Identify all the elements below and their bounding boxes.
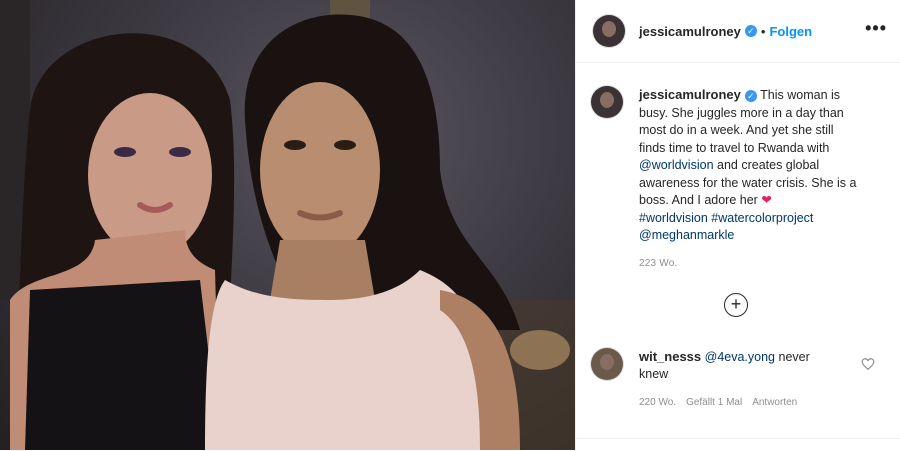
caption-username[interactable]: jessicamulroney: [639, 87, 741, 102]
action-bar: [576, 438, 900, 451]
separator-dot: •: [760, 23, 766, 39]
commenter-username[interactable]: wit_nesss: [639, 349, 701, 364]
more-options-icon[interactable]: •••: [865, 18, 887, 39]
comment-likes[interactable]: Gefällt 1 Mal: [686, 397, 742, 408]
post-caption: jessicamulroney ✓ This woman is busy. She…: [591, 86, 891, 245]
post-sidebar: jessicamulroney ✓ • Folgen ••• jessicamu…: [575, 0, 900, 450]
comment-text: wit_nesss @4eva.yong never knew: [639, 348, 839, 383]
heart-emoji: ❤: [761, 193, 772, 207]
commenter-avatar[interactable]: [591, 348, 623, 380]
post-photo[interactable]: [0, 0, 575, 450]
comment-timestamp: 220 Wo.: [639, 397, 677, 408]
hashtag-link[interactable]: #watercolorproject: [711, 211, 813, 225]
verified-icon: ✓: [744, 89, 757, 102]
comment-item: wit_nesss @4eva.yong never knew: [591, 348, 891, 383]
author-avatar[interactable]: [593, 15, 625, 47]
mention-link[interactable]: @worldvision: [639, 158, 714, 172]
mention-link[interactable]: @4eva.yong: [705, 350, 775, 364]
heart-like-icon[interactable]: [861, 357, 875, 371]
load-more-comments-icon[interactable]: +: [724, 293, 748, 317]
mention-link[interactable]: @meghanmarkle: [639, 228, 734, 242]
hashtag-link[interactable]: #worldvision: [639, 211, 708, 225]
photo-illustration: [0, 0, 575, 450]
caption-text: jessicamulroney ✓ This woman is busy. She…: [639, 86, 859, 245]
follow-button[interactable]: Folgen: [769, 24, 812, 39]
caption-timestamp: 223 Wo.: [639, 258, 678, 269]
post-header: jessicamulroney ✓ • Folgen •••: [576, 0, 900, 63]
comment-meta: 220 Wo. Gefällt 1 Mal Antworten: [639, 397, 797, 408]
caption-avatar[interactable]: [591, 86, 623, 118]
verified-icon: ✓: [744, 25, 757, 37]
author-username[interactable]: jessicamulroney: [639, 24, 741, 39]
reply-button[interactable]: Antworten: [752, 397, 797, 408]
